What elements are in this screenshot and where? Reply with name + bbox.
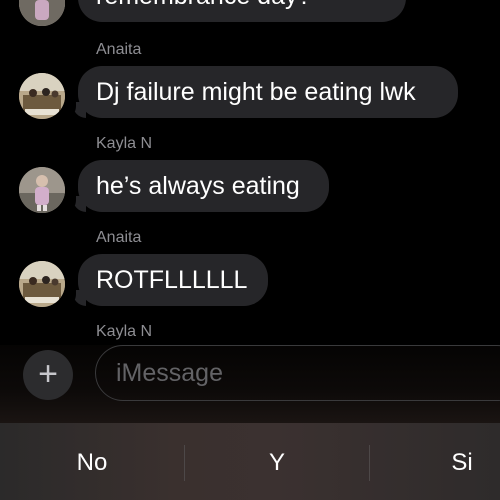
avatar-kayla[interactable]: [19, 167, 65, 213]
bubble-tail: [66, 290, 86, 306]
message-thread[interactable]: remembrance day? Anaita Dj failure might…: [0, 0, 500, 345]
sender-name: Anaita: [96, 41, 142, 58]
sender-name: Kayla N: [96, 135, 153, 152]
message-text: Dj failure might be eating lwk: [96, 78, 416, 106]
plus-icon: +: [38, 355, 58, 393]
suggestion-center[interactable]: Y: [185, 423, 369, 500]
avatar-anaita[interactable]: [19, 261, 65, 307]
message-placeholder: iMessage: [116, 359, 223, 387]
plus-button[interactable]: +: [23, 350, 73, 400]
avatar-anaita[interactable]: [19, 73, 65, 119]
suggestion-left[interactable]: No: [0, 423, 184, 500]
message-text: he’s always eating: [96, 172, 300, 200]
message-text: remembrance day?: [96, 0, 311, 10]
avatar-kayla[interactable]: [19, 0, 65, 26]
sender-name: Kayla N: [96, 323, 153, 340]
message-bubble[interactable]: Dj failure might be eating lwk: [78, 66, 458, 118]
composer-bar: + iMessage: [0, 345, 500, 423]
message-text: ROTFLLLLLL: [96, 266, 248, 294]
message-input[interactable]: iMessage: [95, 345, 500, 401]
message-bubble[interactable]: ROTFLLLLLL: [78, 254, 268, 306]
sender-name: Anaita: [96, 229, 142, 246]
message-bubble[interactable]: remembrance day?: [78, 0, 406, 22]
bubble-tail: [66, 196, 86, 212]
bubble-tail: [66, 102, 86, 118]
suggestion-right[interactable]: Si: [370, 423, 500, 500]
message-bubble[interactable]: he’s always eating: [78, 160, 329, 212]
predictive-text-bar: No Y Si: [0, 423, 500, 500]
messages-screen: remembrance day? Anaita Dj failure might…: [0, 0, 500, 500]
